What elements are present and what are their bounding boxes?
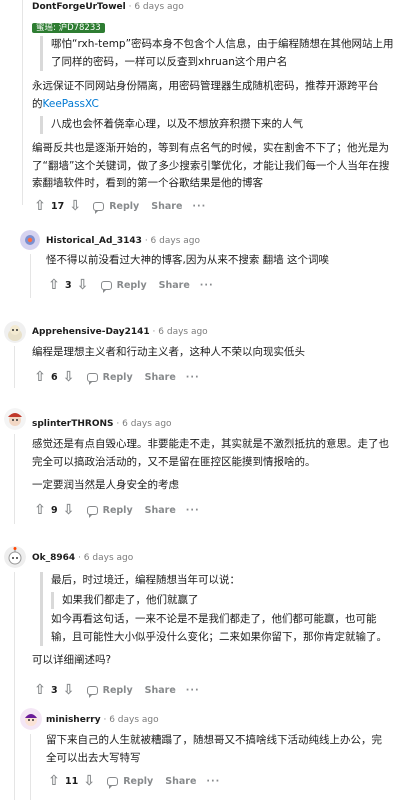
timestamp[interactable]: 6 days ago [109, 715, 158, 725]
comment-bubble-icon [86, 372, 98, 385]
vote-count: 11 [65, 775, 79, 787]
reply-button[interactable]: Reply [86, 372, 133, 385]
upvote-icon[interactable]: ⇧ [32, 369, 48, 385]
avatar[interactable] [4, 408, 26, 430]
comment-meta: Ok_8964 · 6 days ago [32, 553, 134, 563]
username[interactable]: DontForgeUrTowel [32, 2, 126, 12]
comment-bubble-icon [100, 280, 112, 293]
more-options-icon[interactable]: ··· [186, 685, 200, 696]
vote-count: 3 [51, 684, 58, 696]
comment-meta: DontForgeUrTowel · 6 days ago [32, 2, 184, 12]
comment-meta: splinterTHRONS · 6 days ago [32, 419, 172, 429]
more-options-icon[interactable]: ··· [206, 776, 220, 787]
comment-paragraph: 一定要润当然是人身安全的考虑 [32, 479, 179, 491]
username[interactable]: Ok_8964 [32, 553, 75, 563]
downvote-icon[interactable]: ⇩ [61, 369, 77, 385]
block-quote: 哪怕“rxh-temp”密码本身不包含个人信息，由于编程随想在其他网站上用了同样… [40, 36, 396, 71]
comment-actions: ⇧ 11 ⇩ Reply Share ··· [46, 771, 220, 791]
reply-button[interactable]: Reply [93, 201, 139, 214]
comment-paragraph: 感觉还是有点自毁心理。非要能走不走，其实就是不激烈抵抗的意思。走了也完全可以搞政… [32, 438, 389, 468]
more-options-icon[interactable]: ··· [186, 372, 200, 383]
avatar[interactable] [4, 321, 26, 343]
vote-count: 17 [51, 200, 65, 212]
block-quote: 八成也会怀着侥幸心理，以及不想放弃积攒下来的人气 [40, 116, 396, 134]
comment-bubble-icon [107, 776, 119, 789]
avatar[interactable] [20, 230, 40, 250]
comment-meta: Apprehensive-Day2141 · 6 days ago [32, 327, 208, 337]
comment-actions: ⇧ 9 ⇩ Reply Share ··· [32, 500, 200, 520]
timestamp[interactable]: 6 days ago [84, 553, 133, 563]
comment-paragraph: 永远保证不同网站身份隔离，用密码管理器生成随机密码，推荐开源跨平台的KeePas… [32, 80, 379, 110]
downvote-icon[interactable]: ⇩ [81, 773, 97, 789]
user-flair: 蜜瑶: 沪D78233 [32, 15, 105, 34]
thread-line[interactable] [22, 0, 23, 205]
share-button[interactable]: Share [159, 280, 190, 291]
upvote-icon[interactable]: ⇧ [46, 773, 62, 789]
avatar[interactable] [4, 546, 26, 568]
downvote-icon[interactable]: ⇩ [61, 502, 77, 518]
comment-actions: ⇧ 3 ⇩ Reply Share ··· [32, 680, 200, 700]
thread-line[interactable] [30, 254, 31, 298]
comment-bubble-icon [86, 685, 98, 698]
comment-actions: ⇧ 6 ⇩ Reply Share ··· [32, 367, 200, 387]
vote-count: 3 [65, 279, 72, 291]
share-button[interactable]: Share [145, 505, 176, 516]
comment-bubble-icon [93, 201, 105, 214]
timestamp[interactable]: 6 days ago [151, 236, 200, 246]
timestamp[interactable]: 6 days ago [158, 327, 207, 337]
more-options-icon[interactable]: ··· [200, 280, 214, 291]
timestamp[interactable]: 6 days ago [134, 2, 183, 12]
reply-button[interactable]: Reply [86, 505, 133, 518]
comment-paragraph: 编哥反共也是逐渐开始的，等到有点名气的时候，实在割舍不下了；他光是为了“翻墙”这… [32, 142, 390, 189]
reply-button[interactable]: Reply [107, 776, 153, 789]
reply-button[interactable]: Reply [86, 685, 133, 698]
timestamp[interactable]: 6 days ago [122, 419, 171, 429]
comment-text: 编程是理想主义者和行动主义者，这种人不荣以向现实低头 [32, 346, 305, 358]
downvote-icon[interactable]: ⇩ [75, 277, 91, 293]
keepassxc-link[interactable]: KeePassXC [43, 98, 99, 110]
upvote-icon[interactable]: ⇧ [32, 682, 48, 698]
reply-button[interactable]: Reply [100, 280, 147, 293]
comment-meta: minisherry · 6 days ago [46, 715, 159, 725]
upvote-icon[interactable]: ⇧ [32, 198, 48, 214]
share-button[interactable]: Share [165, 776, 196, 787]
more-options-icon[interactable]: ··· [186, 505, 200, 516]
username[interactable]: Historical_Ad_3143 [46, 236, 142, 246]
username[interactable]: splinterTHRONS [32, 419, 114, 429]
downvote-icon[interactable]: ⇩ [67, 198, 83, 214]
more-options-icon[interactable]: ··· [192, 201, 206, 212]
upvote-icon[interactable]: ⇧ [32, 502, 48, 518]
nested-quote: 如果我们都走了，他们就赢了 [51, 591, 396, 609]
share-button[interactable]: Share [145, 685, 176, 696]
username[interactable]: Apprehensive-Day2141 [32, 327, 150, 337]
vote-count: 9 [51, 504, 58, 516]
downvote-icon[interactable]: ⇩ [61, 682, 77, 698]
vote-count: 6 [51, 371, 58, 383]
comment-text: 怪不得以前没看过大神的博客,因为从来不搜索 翻墙 这个词唉 [46, 254, 330, 266]
comment-actions: ⇧ 3 ⇩ Reply Share ··· [46, 275, 214, 295]
avatar[interactable] [20, 708, 42, 730]
thread-line[interactable] [14, 346, 15, 388]
username[interactable]: minisherry [46, 715, 101, 725]
share-button[interactable]: Share [145, 372, 176, 383]
comment-meta: Historical_Ad_3143 · 6 days ago [46, 236, 200, 246]
thread-line[interactable] [14, 434, 15, 524]
block-quote: 最后，时过境迁，编程随想当年可以说： 如果我们都走了，他们就赢了 如今再看这句话… [40, 572, 396, 646]
upvote-icon[interactable]: ⇧ [46, 277, 62, 293]
comment-actions: ⇧ 17 ⇩ Reply Share ··· [32, 196, 206, 216]
comment-text: 留下来自己的人生就被糟蹋了，随想哥又不搞啥线下活动纯线上办公，完全可以出去大写特… [46, 734, 382, 764]
comment-bubble-icon [86, 505, 98, 518]
thread-line[interactable] [14, 572, 15, 800]
thread-line[interactable] [30, 734, 31, 800]
share-button[interactable]: Share [151, 201, 182, 212]
comment-text: 可以详细阐述吗? [32, 654, 112, 666]
